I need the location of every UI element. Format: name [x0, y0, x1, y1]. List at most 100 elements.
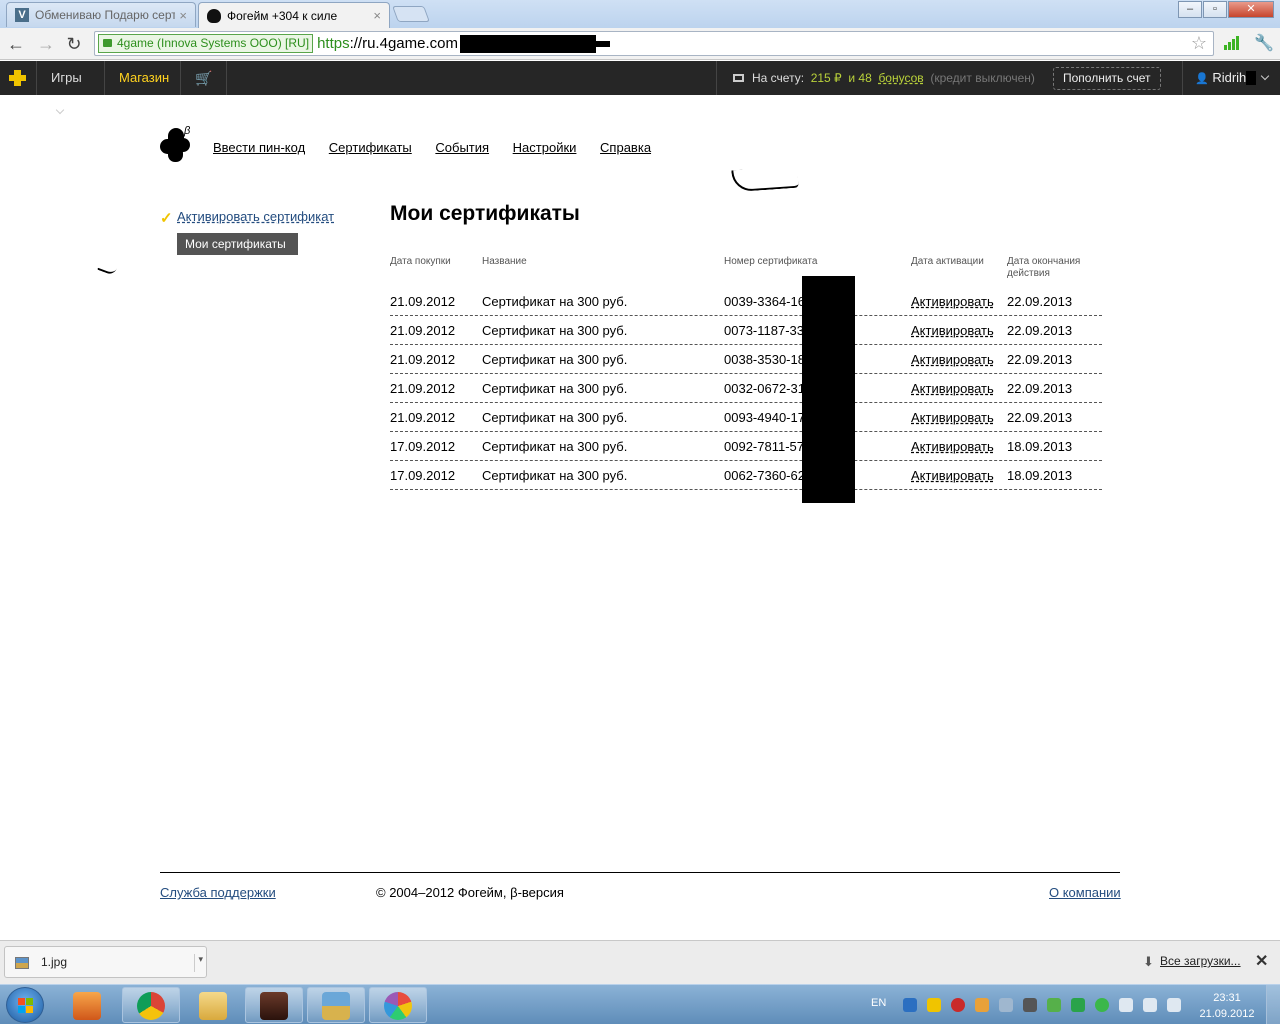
- close-shelf-icon[interactable]: ✕: [1255, 951, 1268, 971]
- nav-enter-pin[interactable]: Ввести пин-код: [213, 140, 305, 155]
- maximize-button[interactable]: ▫: [1203, 1, 1227, 18]
- activate-link[interactable]: Активировать: [911, 410, 994, 425]
- balance-info: На счету: 215 ₽ и 48 бонусов (кредит вык…: [716, 61, 1035, 95]
- cell-expiry-date: 22.09.2013: [1007, 352, 1073, 367]
- nav-help[interactable]: Справка: [600, 140, 651, 155]
- cell-name: Сертификат на 300 руб.: [482, 439, 628, 454]
- tray-app-icon[interactable]: [999, 998, 1013, 1012]
- media-player-taskbar-icon[interactable]: [58, 987, 118, 1023]
- tray-app-icon[interactable]: [1023, 998, 1037, 1012]
- url-text[interactable]: https://ru.4game.com: [317, 35, 458, 52]
- tab-close-icon[interactable]: ×: [373, 8, 381, 23]
- tab-active[interactable]: Фогейм +304 к силе ×: [198, 2, 390, 28]
- col-header-expiry-date: Дата окончания действия: [1007, 256, 1081, 279]
- about-link[interactable]: О компании: [1049, 885, 1121, 900]
- bookmark-star-icon[interactable]: ☆: [1191, 33, 1207, 54]
- activate-link[interactable]: Активировать: [911, 352, 994, 367]
- hand-drawn-scribble: [731, 165, 799, 193]
- cell-purchase-date: 21.09.2012: [390, 352, 456, 367]
- download-shelf: 1.jpg ▾ ⬇ Все загрузки... ✕: [0, 940, 1280, 984]
- action-center-tray-icon[interactable]: [1167, 998, 1181, 1012]
- reload-icon[interactable]: ↻: [64, 34, 84, 54]
- language-indicator[interactable]: EN: [871, 997, 886, 1009]
- activate-link[interactable]: Активировать: [911, 294, 994, 309]
- nav-events[interactable]: События: [435, 140, 489, 155]
- download-item[interactable]: 1.jpg ▾: [4, 946, 207, 978]
- volume-tray-icon[interactable]: [1143, 998, 1157, 1012]
- vk-favicon-icon: V: [15, 8, 29, 22]
- dropdown-arrow-icon[interactable]: ▾: [194, 954, 203, 972]
- user-icon: 👤: [1195, 73, 1209, 85]
- tray-app-icon[interactable]: [1095, 998, 1109, 1012]
- tab-inactive[interactable]: V Обмениваю Подарю серт ×: [6, 2, 196, 27]
- activate-link[interactable]: Активировать: [911, 468, 994, 483]
- picasa-taskbar-icon[interactable]: [369, 987, 427, 1023]
- cell-name: Сертификат на 300 руб.: [482, 381, 628, 396]
- cell-expiry-date: 22.09.2013: [1007, 323, 1073, 338]
- minimize-button[interactable]: –: [1178, 1, 1202, 18]
- nvidia-tray-icon[interactable]: [1047, 998, 1061, 1012]
- shop-link[interactable]: Магазин: [105, 61, 181, 95]
- nav-certificates[interactable]: Сертификаты: [329, 140, 412, 155]
- table-row: 21.09.2012 Сертификат на 300 руб. 0073-1…: [390, 316, 1102, 345]
- signal-extension-icon[interactable]: [1224, 36, 1240, 50]
- sidebar-my-certificates[interactable]: Мои сертификаты: [177, 233, 298, 255]
- support-link[interactable]: Служба поддержки: [160, 885, 276, 900]
- cart-icon[interactable]: 🛒: [181, 61, 227, 95]
- activate-link[interactable]: Активировать: [911, 381, 994, 396]
- site-home-logo[interactable]: [0, 61, 37, 95]
- 4game-tray-icon[interactable]: [927, 998, 941, 1012]
- redaction-box: [459, 34, 596, 53]
- tray-app-icon[interactable]: [1071, 998, 1085, 1012]
- copyright: © 2004–2012 Фогейм, β-версия: [376, 885, 564, 900]
- forward-arrow-icon[interactable]: →: [36, 34, 56, 54]
- bonus-link[interactable]: бонусов: [878, 71, 923, 85]
- cell-purchase-date: 21.09.2012: [390, 323, 456, 338]
- cell-expiry-date: 18.09.2013: [1007, 468, 1073, 483]
- top-up-button[interactable]: Пополнить счет: [1053, 67, 1161, 90]
- photo-viewer-taskbar-icon[interactable]: [307, 987, 365, 1023]
- user-menu[interactable]: 👤 Ridrih: [1182, 61, 1270, 95]
- col-header-purchase-date: Дата покупки: [390, 256, 451, 267]
- cell-name: Сертификат на 300 руб.: [482, 352, 628, 367]
- redaction-box: [595, 40, 610, 47]
- windows-taskbar: EN 23:31 21.09.2012: [0, 984, 1280, 1024]
- close-window-button[interactable]: ✕: [1228, 1, 1274, 18]
- tab-close-icon[interactable]: ×: [179, 8, 187, 23]
- sidebar-activate-certificate[interactable]: Активировать сертификат: [177, 209, 334, 224]
- download-filename: 1.jpg: [41, 955, 68, 969]
- redaction-box: [802, 276, 855, 503]
- nav-settings[interactable]: Настройки: [513, 140, 577, 155]
- tray-app-icon[interactable]: [903, 998, 917, 1012]
- table-row: 21.09.2012 Сертификат на 300 руб. 0093-4…: [390, 403, 1102, 432]
- lineage-taskbar-icon[interactable]: [245, 987, 303, 1023]
- cell-name: Сертификат на 300 руб.: [482, 468, 628, 483]
- 4game-logo-icon: [9, 70, 26, 86]
- table-row: 21.09.2012 Сертификат на 300 руб. 0039-3…: [390, 287, 1102, 316]
- cell-purchase-date: 17.09.2012: [390, 439, 456, 454]
- antivirus-tray-icon[interactable]: [951, 998, 965, 1012]
- new-tab-button[interactable]: [392, 6, 430, 22]
- address-bar[interactable]: 4game (Innova Systems OOO) [RU] https://…: [94, 31, 1214, 56]
- show-desktop-button[interactable]: [1266, 985, 1280, 1024]
- start-button[interactable]: [6, 987, 44, 1023]
- back-arrow-icon[interactable]: ←: [6, 34, 26, 54]
- games-menu[interactable]: Игры: [37, 61, 105, 115]
- clock-date: 21.09.2012: [1199, 1008, 1255, 1020]
- checkmark-icon: ✓: [160, 210, 173, 227]
- cell-number: 0062-7360-62: [724, 468, 805, 483]
- tray-app-icon[interactable]: [975, 998, 989, 1012]
- network-tray-icon[interactable]: [1119, 998, 1133, 1012]
- explorer-taskbar-icon[interactable]: [184, 987, 242, 1023]
- redaction-box: [1246, 71, 1257, 85]
- all-downloads-link[interactable]: Все загрузки...: [1160, 954, 1241, 968]
- ev-certificate-badge[interactable]: 4game (Innova Systems OOO) [RU]: [98, 34, 314, 53]
- wrench-menu-icon[interactable]: 🔧: [1254, 33, 1274, 53]
- activate-link[interactable]: Активировать: [911, 323, 994, 338]
- page-title: Мои сертификаты: [390, 202, 580, 225]
- cell-number: 0038-3530-18: [724, 352, 805, 367]
- cell-number: 0073-1187-33: [724, 323, 804, 338]
- activate-link[interactable]: Активировать: [911, 439, 994, 454]
- system-clock[interactable]: 23:31 21.09.2012: [1196, 990, 1258, 1022]
- chrome-taskbar-icon[interactable]: [122, 987, 180, 1023]
